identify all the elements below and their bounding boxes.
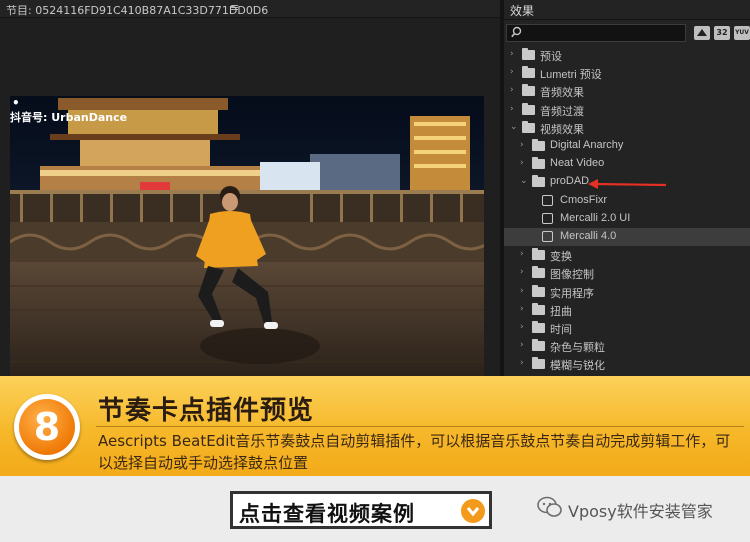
effects-tree-label: Mercalli 2.0 UI	[560, 211, 631, 224]
video-preview: • 抖音号: UrbanDance	[10, 96, 484, 378]
video-frame-dancer	[10, 96, 484, 378]
chevron-right-icon[interactable]: ›	[520, 322, 530, 332]
feature-banner: 8 节奏卡点插件预览 Aescripts BeatEdit音乐节奏鼓点自动剪辑插…	[0, 376, 750, 476]
folder-icon	[532, 339, 545, 352]
folder-icon	[522, 120, 535, 133]
folder-icon	[532, 139, 545, 151]
effects-tree-label: proDAD	[550, 175, 590, 188]
accelerated-effects-icon[interactable]	[694, 26, 710, 40]
effects-tree-item[interactable]: › 模糊与锐化	[504, 355, 750, 373]
folder-icon	[532, 321, 545, 333]
effects-tree-item[interactable]: Mercalli 2.0 UI	[504, 210, 750, 228]
effects-tree-item[interactable]: › 变换	[504, 246, 750, 264]
effects-tree-label: CmosFixr	[560, 193, 608, 206]
effect-icon	[542, 231, 553, 242]
effects-tree-label: Digital Anarchy	[550, 139, 624, 151]
effects-tree-label: 音频过渡	[540, 105, 584, 118]
folder-icon	[532, 157, 545, 170]
effects-tree-label: 图像控制	[550, 269, 594, 282]
preset-folder-icon	[522, 48, 535, 60]
step-number-badge: 8	[14, 394, 80, 460]
effects-tree-item[interactable]: › 杂色与颗粒	[504, 337, 750, 355]
chevron-right-icon[interactable]: ›	[520, 267, 530, 277]
effects-panel-title: 效果	[510, 4, 535, 18]
brand-name: Vposy软件安装管家	[568, 502, 713, 521]
effects-tree-item[interactable]: › 预设	[504, 46, 750, 64]
view-video-cases-button[interactable]: 点击查看视频案例	[230, 491, 492, 529]
effects-tree-label: Lumetri 预设	[540, 69, 602, 82]
effects-tree-label: 杂色与颗粒	[550, 342, 605, 355]
chevron-right-icon[interactable]: ›	[510, 85, 520, 95]
folder-icon	[522, 102, 535, 115]
banner-description: Aescripts BeatEdit音乐节奏鼓点自动剪辑插件，可以根据音乐鼓点节…	[98, 432, 731, 472]
effects-search-input[interactable]	[506, 24, 686, 42]
search-icon	[511, 26, 523, 40]
chevron-right-icon[interactable]: ›	[520, 340, 530, 350]
chevron-right-icon[interactable]: ›	[520, 358, 530, 368]
video-watermark: • 抖音号: UrbanDance	[10, 96, 127, 124]
effects-tree-item[interactable]: › 扭曲	[504, 301, 750, 319]
folder-icon	[532, 175, 545, 188]
banner-title: 节奏卡点插件预览	[98, 396, 315, 426]
wechat-icon	[537, 496, 562, 517]
program-monitor-title: 节目: 0524116FD91C410B87A1C33D771DD0D6	[6, 4, 269, 17]
effects-tree-item[interactable]: CmosFixr	[504, 192, 750, 210]
chevron-right-icon[interactable]: ›	[520, 304, 530, 314]
effects-tree-item[interactable]: › Digital Anarchy	[504, 137, 750, 155]
effects-tree-item[interactable]: › 音频效果	[504, 82, 750, 100]
32bit-effects-button[interactable]: 32	[714, 26, 730, 40]
chevron-right-icon[interactable]: ›	[520, 158, 530, 168]
effects-tree-item[interactable]: › 音频过渡	[504, 101, 750, 119]
chevron-right-icon[interactable]: ›	[510, 104, 520, 114]
effects-panel-tab[interactable]: 效果	[504, 0, 750, 20]
program-monitor-tab[interactable]: 节目: 0524116FD91C410B87A1C33D771DD0D6 ≡	[0, 0, 500, 18]
folder-icon	[532, 266, 545, 279]
chevron-right-icon[interactable]: ›	[510, 49, 520, 59]
effects-tree-label: 时间	[550, 324, 572, 336]
yuv-effects-button[interactable]: YUV	[734, 26, 750, 40]
chevron-down-icon	[461, 499, 485, 523]
chevron-right-icon[interactable]: ›	[520, 286, 530, 296]
effect-icon	[542, 194, 553, 206]
chevron-down-icon[interactable]: ⌄	[520, 176, 530, 186]
effects-tree-label: 模糊与锐化	[550, 360, 605, 373]
chevron-right-icon[interactable]: ›	[520, 140, 530, 150]
preset-folder-icon	[522, 66, 535, 79]
annotation-arrow	[588, 179, 667, 189]
folder-icon	[532, 302, 545, 315]
effects-tree-label: 音频效果	[540, 87, 584, 100]
watermark-text: 抖音号: UrbanDance	[10, 111, 128, 124]
effects-tree-label: Mercalli 4.0	[560, 230, 617, 242]
effects-tree-item[interactable]: › 实用程序	[504, 283, 750, 301]
step-number-disc: 8	[19, 399, 75, 455]
folder-icon	[532, 248, 545, 261]
effects-tree-label: Neat Video	[550, 157, 605, 170]
watermark-logo: •	[12, 96, 20, 110]
panel-menu-icon[interactable]: ≡	[230, 1, 239, 14]
effects-tree-label: 预设	[540, 51, 562, 63]
effects-tree-item[interactable]: Mercalli 4.0	[504, 228, 750, 246]
effects-search-row: 32 YUV	[504, 22, 750, 44]
effects-tree-item[interactable]: › 时间	[504, 319, 750, 337]
effects-tree-label: 实用程序	[550, 287, 594, 300]
effects-tree-label: 视频效果	[540, 123, 584, 136]
effects-tree-item[interactable]: › Neat Video	[504, 155, 750, 173]
banner-divider	[96, 426, 744, 427]
effect-icon	[542, 212, 553, 224]
effects-tree-label: 变换	[550, 251, 572, 264]
effects-tree-item[interactable]: › Lumetri 预设	[504, 64, 750, 82]
cta-label: 点击查看视频案例	[239, 502, 415, 526]
chevron-down-icon[interactable]: ⌄	[510, 122, 520, 132]
folder-icon	[532, 357, 545, 370]
effects-tree-item[interactable]: ⌄ 视频效果	[504, 119, 750, 137]
chevron-right-icon[interactable]: ›	[520, 249, 530, 259]
footer-strip: 点击查看视频案例 Vposy软件安装管家	[0, 476, 750, 542]
folder-icon	[532, 284, 545, 297]
step-number: 8	[33, 405, 61, 449]
effects-tree-label: 扭曲	[550, 305, 572, 318]
folder-icon	[522, 84, 535, 97]
program-monitor-panel: 节目: 0524116FD91C410B87A1C33D771DD0D6 ≡ •…	[0, 0, 500, 378]
effects-tree-item[interactable]: › 图像控制	[504, 264, 750, 282]
chevron-right-icon[interactable]: ›	[510, 67, 520, 77]
